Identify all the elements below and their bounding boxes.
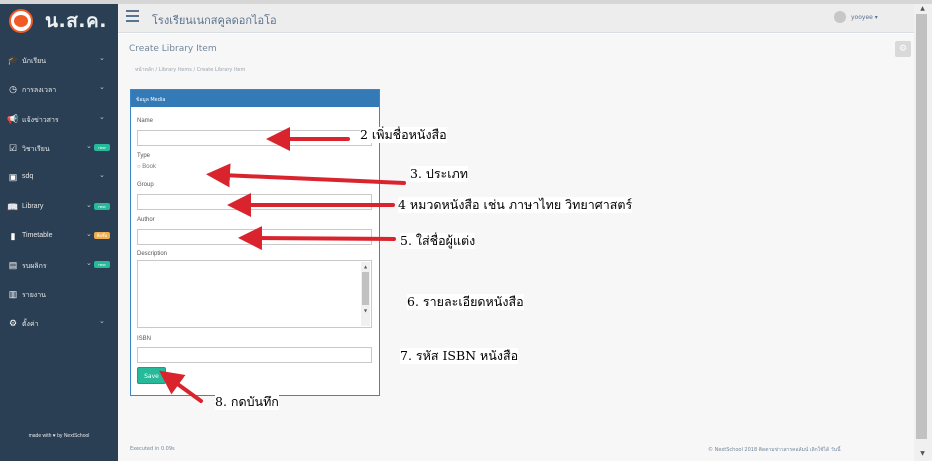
callout-save: 8. กดบันทึก bbox=[215, 394, 279, 410]
group-label: Group bbox=[137, 182, 154, 188]
chevron-down-icon: ⌄ bbox=[86, 260, 92, 267]
chevron-down-icon: ⌄ bbox=[99, 318, 105, 325]
callout-type: 3. ประเภท bbox=[410, 166, 469, 182]
new-badge: new bbox=[94, 261, 110, 268]
chevron-down-icon: ⌄ bbox=[99, 55, 105, 62]
sidebar-item-label: รายงาน bbox=[22, 292, 46, 299]
sidebar-item-reports[interactable]: ▥ รายงาน bbox=[0, 285, 118, 305]
score-icon: ▤ bbox=[8, 260, 18, 270]
bar-chart-icon: ▥ bbox=[8, 289, 18, 299]
footer-copyright: © NextSchool 2018 ติดตามข่าวสารคอลัมน์ เ… bbox=[708, 447, 841, 453]
sidebar-item-attendance[interactable]: ◷ การลงเวลา ⌄ bbox=[0, 80, 118, 100]
gear-icon[interactable]: ⚙ bbox=[895, 41, 911, 57]
new-badge: new bbox=[94, 144, 110, 151]
breadcrumb[interactable]: หน้าหลัก / Library Items / Create Librar… bbox=[135, 66, 245, 74]
sidebar-item-students[interactable]: 🎓 นักเรียน ⌄ bbox=[0, 51, 118, 71]
menu-toggle-icon[interactable] bbox=[126, 10, 140, 22]
chevron-down-icon: ⌄ bbox=[99, 172, 105, 179]
description-label: Description bbox=[137, 251, 168, 257]
isbn-label: ISBN bbox=[137, 336, 152, 342]
scroll-thumb[interactable] bbox=[916, 14, 927, 439]
type-label: Type bbox=[137, 153, 151, 159]
footer-exec-time: Executed in 0.09s bbox=[130, 446, 175, 452]
chevron-down-icon: ⌄ bbox=[99, 84, 105, 91]
type-radio-book[interactable]: ○ Book bbox=[137, 164, 156, 170]
sidebar: น.ส.ค. 🎓 นักเรียน ⌄ ◷ การลงเวลา ⌄ 📢 แจ้ง… bbox=[0, 4, 118, 461]
book-icon: 📖 bbox=[7, 202, 19, 212]
sidebar-item-subjects[interactable]: ☑ วิชาเรียน ⌄ new bbox=[0, 139, 118, 159]
graduation-icon: 🎓 bbox=[7, 55, 19, 65]
sidebar-item-label: รบผลิกร bbox=[22, 263, 47, 270]
user-menu[interactable]: yooyee ▾ bbox=[834, 11, 914, 25]
made-with-text: made with ♥ by NextSchool bbox=[28, 433, 90, 439]
calendar-check-icon: ☑ bbox=[8, 143, 18, 153]
brand-name: น.ส.ค. bbox=[45, 10, 107, 32]
radio-label: Book bbox=[142, 164, 156, 170]
sidebar-item-label: นักเรียน bbox=[22, 58, 47, 65]
top-header: โรงเรียนเนกสคูลดอกไอโอ yooyee ▾ bbox=[118, 4, 914, 33]
group-field[interactable] bbox=[137, 194, 372, 210]
sidebar-item-scores[interactable]: ▤ รบผลิกร ⌄ new bbox=[0, 256, 118, 276]
callout-description: 6. รายละเอียดหนังสือ bbox=[407, 294, 524, 310]
chevron-down-icon: ⌄ bbox=[86, 231, 92, 238]
page-scrollbar[interactable]: ▲ ▼ bbox=[914, 4, 932, 461]
sidebar-item-label: แจ้งข่าวสาร bbox=[22, 117, 59, 124]
sidebar-item-sdq[interactable]: ▣ sdq ⌄ bbox=[0, 168, 118, 188]
description-field[interactable]: ▲ ▼ bbox=[137, 260, 372, 328]
chevron-down-icon: ⌄ bbox=[86, 143, 92, 150]
scroll-up-icon[interactable]: ▲ bbox=[918, 5, 927, 13]
isbn-field[interactable] bbox=[137, 347, 372, 363]
settings-icon: ⚙ bbox=[8, 318, 18, 328]
scroll-up-icon[interactable]: ▲ bbox=[362, 263, 369, 271]
author-field[interactable] bbox=[137, 229, 372, 245]
username: yooyee ▾ bbox=[851, 14, 878, 21]
save-button[interactable]: Save bbox=[137, 367, 166, 384]
sidebar-item-timetable[interactable]: ▮ Timetable ⌄ คือขั้น bbox=[0, 227, 118, 247]
page-title: Create Library Item bbox=[129, 44, 217, 54]
phone-icon: ▮ bbox=[10, 231, 16, 241]
sidebar-item-news[interactable]: 📢 แจ้งข่าวสาร ⌄ bbox=[0, 110, 118, 130]
scroll-down-icon[interactable]: ▼ bbox=[362, 307, 369, 315]
school-name: โรงเรียนเนกสคูลดอกไอโอ bbox=[152, 14, 277, 27]
avatar bbox=[834, 11, 846, 23]
brand[interactable]: น.ส.ค. bbox=[0, 4, 118, 36]
name-field[interactable] bbox=[137, 130, 372, 146]
callout-name: 2 เพิ่มชื่อหนังสือ bbox=[360, 127, 447, 143]
chevron-down-icon: ⌄ bbox=[86, 202, 92, 209]
grid-icon: ▣ bbox=[8, 172, 18, 182]
callout-author: 5. ใส่ชื่อผู้แต่ง bbox=[400, 233, 476, 249]
sidebar-item-label: Timetable bbox=[22, 232, 53, 239]
callout-group: 4 หมวดหนังสือ เช่น ภาษาไทย วิทยาศาสตร์ bbox=[398, 197, 633, 213]
description-scrollbar[interactable]: ▲ ▼ bbox=[361, 262, 370, 326]
author-label: Author bbox=[137, 217, 155, 223]
sidebar-item-label: Library bbox=[22, 203, 44, 210]
sidebar-item-label: ตั้งค่า bbox=[22, 321, 39, 328]
panel-title: ข้อมูล Media bbox=[131, 90, 379, 107]
sidebar-item-library[interactable]: 📖 Library ⌄ new bbox=[0, 198, 118, 218]
scroll-thumb[interactable] bbox=[362, 272, 369, 305]
media-form-panel: ข้อมูล Media Name Type ○ Book Group Auth… bbox=[130, 89, 380, 396]
logo-icon bbox=[9, 9, 33, 33]
sidebar-item-label: sdq bbox=[22, 173, 34, 180]
callout-isbn: 7. รหัส ISBN หนังสือ bbox=[400, 348, 519, 364]
sidebar-item-settings[interactable]: ⚙ ตั้งค่า ⌄ bbox=[0, 314, 118, 334]
sidebar-item-label: การลงเวลา bbox=[22, 87, 57, 94]
scroll-down-icon[interactable]: ▼ bbox=[918, 450, 927, 458]
name-label: Name bbox=[137, 118, 154, 124]
clock-icon: ◷ bbox=[9, 84, 17, 94]
status-badge: คือขั้น bbox=[94, 232, 110, 239]
sidebar-item-label: วิชาเรียน bbox=[22, 146, 50, 153]
new-badge: new bbox=[94, 203, 110, 210]
megaphone-icon: 📢 bbox=[7, 114, 19, 124]
chevron-down-icon: ⌄ bbox=[99, 114, 105, 121]
